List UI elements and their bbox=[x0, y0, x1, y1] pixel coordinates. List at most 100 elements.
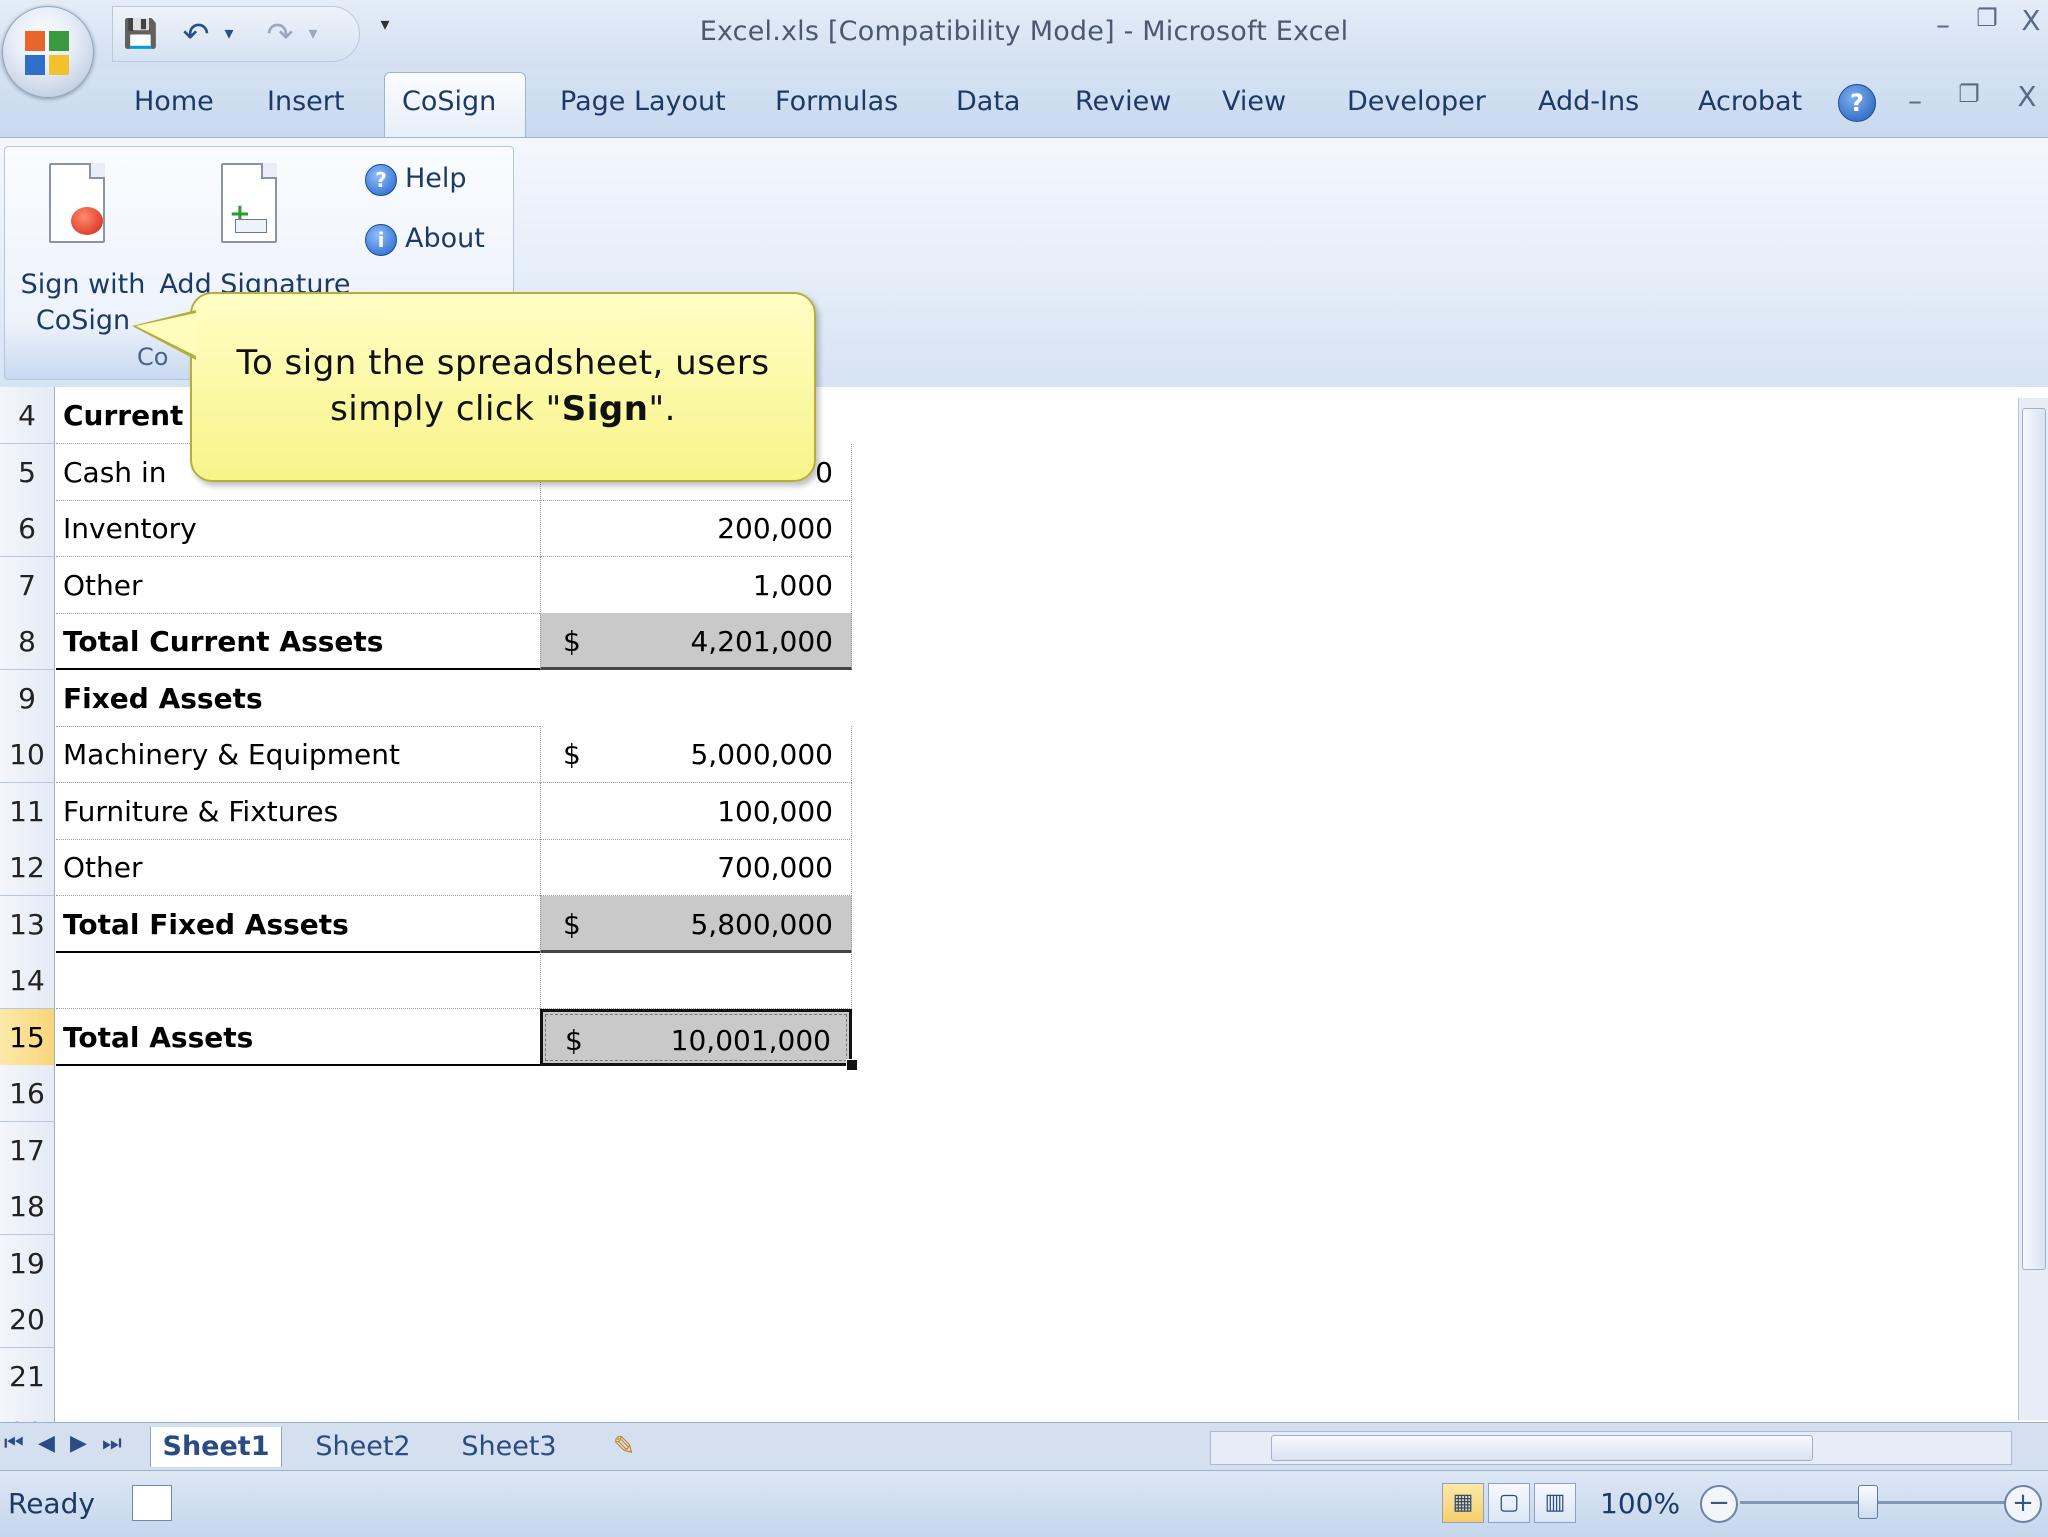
cell-value[interactable] bbox=[540, 1291, 852, 1348]
cell-value[interactable]: 1,000 bbox=[540, 557, 852, 614]
row-header[interactable]: 4 bbox=[0, 387, 55, 444]
tab-developer[interactable]: Developer bbox=[1347, 86, 1486, 117]
tab-view[interactable]: View bbox=[1222, 86, 1286, 117]
tab-data[interactable]: Data bbox=[956, 86, 1020, 117]
cell-value[interactable] bbox=[540, 1348, 852, 1405]
cell-label[interactable] bbox=[56, 1291, 540, 1348]
cell-value[interactable]: $5,000,000 bbox=[540, 726, 852, 783]
zoom-in-button[interactable]: + bbox=[2004, 1485, 2042, 1523]
cell-label[interactable] bbox=[56, 1235, 540, 1292]
insert-sheet-icon[interactable]: ✎ bbox=[594, 1427, 654, 1467]
cell-value[interactable] bbox=[540, 670, 852, 727]
cell-label[interactable]: Total Assets bbox=[56, 1009, 540, 1066]
row-header[interactable]: 9 bbox=[0, 670, 55, 727]
horizontal-scroll-thumb[interactable] bbox=[1271, 1435, 1813, 1461]
tab-acrobat[interactable]: Acrobat bbox=[1698, 86, 1802, 117]
tab-insert[interactable]: Insert bbox=[267, 86, 344, 117]
office-button[interactable] bbox=[2, 6, 94, 98]
tab-review[interactable]: Review bbox=[1075, 86, 1171, 117]
row-header[interactable]: 11 bbox=[0, 783, 55, 840]
row-header[interactable]: 6 bbox=[0, 500, 55, 557]
cell-value[interactable] bbox=[540, 1178, 852, 1235]
zoom-out-button[interactable]: − bbox=[1700, 1485, 1738, 1523]
first-sheet-icon[interactable]: ⏮ bbox=[4, 1431, 24, 1456]
ribbon-minimize-button[interactable]: – bbox=[1898, 84, 1932, 117]
row-header[interactable]: 17 bbox=[0, 1122, 55, 1179]
ribbon-restore-button[interactable]: ❐ bbox=[1952, 80, 1986, 108]
cell-value[interactable]: $10,001,000 bbox=[540, 1009, 852, 1066]
cell-label[interactable]: Machinery & Equipment bbox=[56, 726, 540, 783]
cell-value[interactable]: 100,000 bbox=[540, 783, 852, 840]
restore-button[interactable]: ❐ bbox=[1970, 4, 2004, 32]
sign-with-cosign-button[interactable]: Sign with CoSign bbox=[11, 151, 151, 341]
cell-value[interactable] bbox=[540, 1235, 852, 1292]
page-layout-view-button[interactable]: ▢ bbox=[1488, 1483, 1530, 1523]
row-header[interactable]: 21 bbox=[0, 1348, 55, 1405]
cell-value[interactable] bbox=[540, 1065, 852, 1122]
cell-label[interactable] bbox=[56, 1122, 540, 1179]
cell-value[interactable]: 200,000 bbox=[540, 500, 852, 557]
cell-label[interactable] bbox=[56, 1065, 540, 1122]
row-header[interactable]: 14 bbox=[0, 952, 55, 1009]
row-header[interactable]: 18 bbox=[0, 1178, 55, 1235]
row-header[interactable]: 22 bbox=[0, 1404, 55, 1422]
cell-label[interactable] bbox=[56, 1404, 540, 1422]
cell-label[interactable]: Other bbox=[56, 839, 540, 896]
cell-label[interactable] bbox=[56, 1348, 540, 1405]
cell-value[interactable] bbox=[540, 952, 852, 1009]
cell-number: 700,000 bbox=[717, 851, 833, 884]
row-header[interactable]: 7 bbox=[0, 557, 55, 614]
tab-add-ins[interactable]: Add-Ins bbox=[1538, 86, 1639, 117]
row-header[interactable]: 13 bbox=[0, 896, 55, 953]
row-header[interactable]: 5 bbox=[0, 444, 55, 501]
cell-value[interactable]: $5,800,000 bbox=[540, 896, 852, 953]
row-header[interactable]: 8 bbox=[0, 613, 55, 670]
zoom-slider-thumb[interactable] bbox=[1858, 1485, 1878, 1519]
normal-view-button[interactable]: ▦ bbox=[1442, 1483, 1484, 1523]
close-button[interactable]: X bbox=[2014, 4, 2048, 37]
vertical-scrollbar[interactable] bbox=[2018, 398, 2048, 1420]
help-icon[interactable]: ? bbox=[1838, 84, 1876, 122]
cell-label[interactable]: Total Fixed Assets bbox=[56, 896, 540, 953]
cell-value[interactable]: 700,000 bbox=[540, 839, 852, 896]
row-header[interactable]: 15 bbox=[0, 1009, 55, 1066]
row-header[interactable]: 12 bbox=[0, 839, 55, 896]
row-header[interactable]: 10 bbox=[0, 726, 55, 783]
record-macro-icon[interactable] bbox=[132, 1485, 172, 1521]
fill-handle[interactable] bbox=[846, 1059, 858, 1071]
vertical-scroll-thumb[interactable] bbox=[2022, 408, 2046, 1270]
worksheet-grid[interactable]: 4 Current 5 Cash in 0 6 Inventory 200,000 7 Other… bbox=[0, 387, 2048, 1422]
ribbon-close-button[interactable]: X bbox=[2010, 80, 2044, 113]
row-header[interactable]: 19 bbox=[0, 1235, 55, 1292]
cell-label[interactable] bbox=[56, 1178, 540, 1235]
cell-label[interactable]: Other bbox=[56, 557, 540, 614]
cell-value[interactable]: $4,201,000 bbox=[540, 613, 852, 670]
last-sheet-icon[interactable]: ⏭ bbox=[102, 1431, 122, 1456]
tab-formulas[interactable]: Formulas bbox=[775, 86, 898, 117]
cell-label[interactable] bbox=[56, 952, 540, 1009]
cell-value[interactable] bbox=[540, 1122, 852, 1179]
cell-label[interactable]: Fixed Assets bbox=[56, 670, 540, 727]
cell-label[interactable]: Furniture & Fixtures bbox=[56, 783, 540, 840]
row-header[interactable]: 20 bbox=[0, 1291, 55, 1348]
cell-value[interactable] bbox=[540, 1404, 852, 1422]
add-signature-button[interactable]: + Add Signature bbox=[155, 151, 355, 301]
sheet-tab-sheet2[interactable]: Sheet2 bbox=[298, 1427, 428, 1467]
horizontal-scrollbar[interactable] bbox=[1210, 1431, 2012, 1465]
tab-home[interactable]: Home bbox=[134, 86, 214, 117]
prev-sheet-icon[interactable]: ◀ bbox=[38, 1431, 55, 1456]
row-header[interactable]: 16 bbox=[0, 1065, 55, 1122]
help-button[interactable]: ? Help bbox=[365, 163, 467, 196]
tab-cosign[interactable]: CoSign bbox=[402, 86, 496, 117]
next-sheet-icon[interactable]: ▶ bbox=[70, 1431, 87, 1456]
about-button[interactable]: i About bbox=[365, 223, 485, 256]
zoom-level[interactable]: 100% bbox=[1600, 1487, 1680, 1520]
cell-number: 200,000 bbox=[717, 512, 833, 545]
cell-label[interactable]: Total Current Assets bbox=[56, 613, 540, 670]
page-break-view-button[interactable]: ▥ bbox=[1534, 1483, 1576, 1523]
sheet-tab-sheet3[interactable]: Sheet3 bbox=[444, 1427, 574, 1467]
sheet-tab-sheet1[interactable]: Sheet1 bbox=[150, 1427, 282, 1467]
cell-label[interactable]: Inventory bbox=[56, 500, 540, 557]
minimize-button[interactable]: – bbox=[1926, 8, 1960, 41]
tab-page-layout[interactable]: Page Layout bbox=[560, 86, 726, 117]
